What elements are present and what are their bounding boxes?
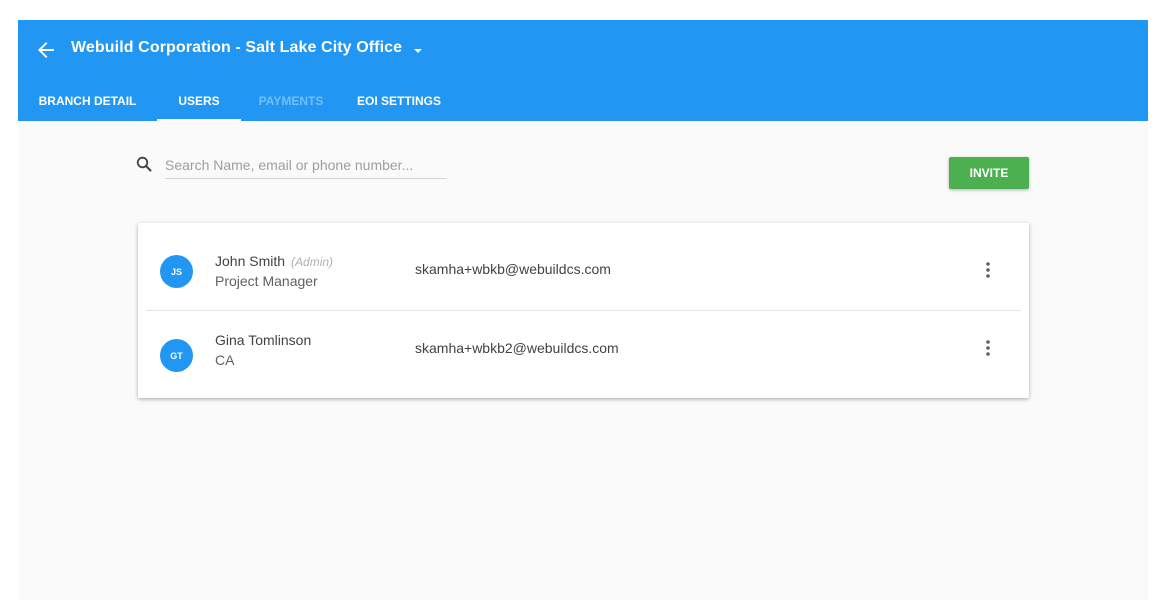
user-row: JS John Smith (Admin) Project Manager ska… [138, 223, 1029, 310]
tab-payments: PAYMENTS [258, 93, 324, 108]
tab-branch-detail[interactable]: BRANCH DETAIL [18, 80, 157, 121]
user-name-line: Gina Tomlinson [215, 332, 311, 348]
user-name-line: John Smith (Admin) [215, 253, 333, 269]
avatar: GT [160, 339, 193, 372]
user-role: Project Manager [215, 273, 318, 289]
user-name: John Smith [215, 253, 286, 269]
invite-button[interactable]: INVITE [949, 157, 1029, 189]
more-vertical-icon[interactable] [980, 338, 996, 358]
app-window: Webuild Corporation - Salt Lake City Off… [18, 20, 1148, 600]
page-title: Webuild Corporation - Salt Lake City Off… [71, 39, 403, 56]
users-list-card: JS John Smith (Admin) Project Manager ska… [138, 223, 1029, 398]
user-name: Gina Tomlinson [215, 332, 312, 348]
tab-users[interactable]: USERS [157, 80, 241, 121]
search-icon [136, 156, 152, 172]
tab-eoi-settings[interactable]: EOI SETTINGS [341, 80, 457, 121]
tab-bar: BRANCH DETAIL USERS PAYMENTS EOI SETTING… [18, 80, 457, 121]
user-email: skamha+wbkb2@webuildcs.com [415, 340, 619, 356]
caret-down-icon [413, 43, 423, 53]
branch-selector[interactable]: Webuild Corporation - Salt Lake City Off… [71, 39, 423, 57]
app-bar: Webuild Corporation - Salt Lake City Off… [18, 20, 1148, 121]
user-row: GT Gina Tomlinson CA skamha+wbkb2@webuil… [138, 311, 1029, 398]
more-vertical-icon[interactable] [980, 260, 996, 280]
avatar: JS [160, 255, 193, 288]
user-email: skamha+wbkb@webuildcs.com [415, 261, 611, 277]
admin-tag: (Admin) [291, 255, 334, 269]
search-input[interactable] [165, 154, 447, 179]
user-role: CA [215, 352, 235, 368]
arrow-left-icon[interactable] [34, 38, 58, 62]
search-bar [136, 154, 448, 179]
